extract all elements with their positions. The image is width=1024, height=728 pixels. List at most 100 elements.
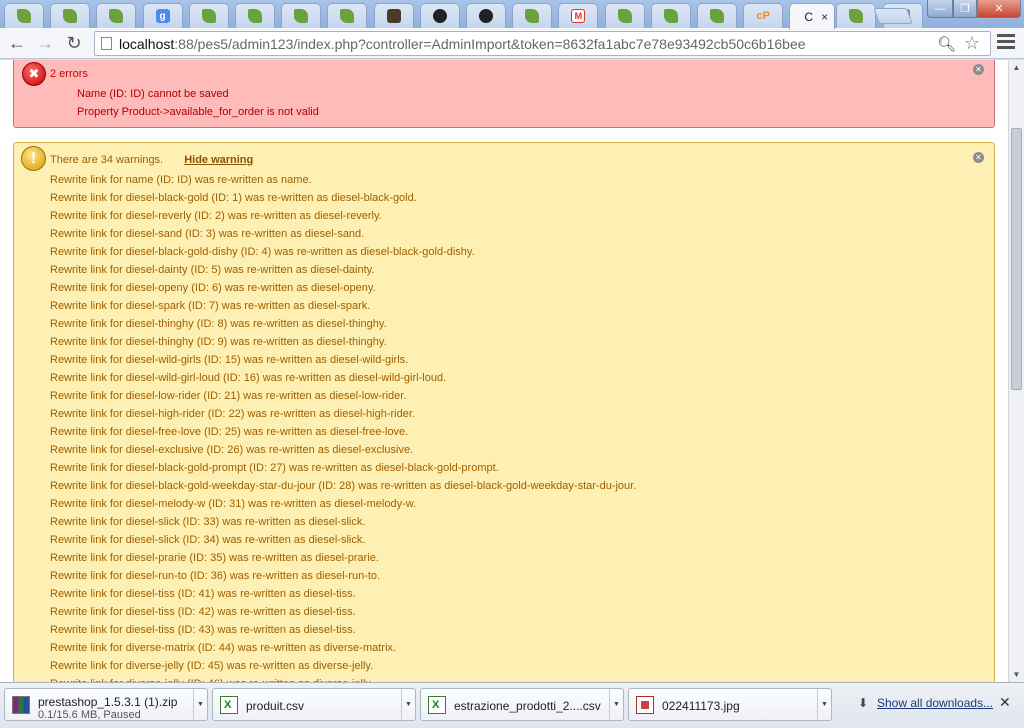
browser-tab[interactable] — [327, 3, 368, 28]
browser-tab[interactable] — [50, 3, 91, 28]
zoom-icon[interactable]: 🔍︎ — [937, 35, 956, 53]
tab-strip: gMcPC×g — ❐ ✕ — [0, 0, 1024, 29]
page-icon — [101, 37, 112, 50]
warning-message-box: ! There are 34 warnings. Hide warning ✕ … — [13, 142, 995, 682]
url-path: :88/pes5/admin123/index.php?controller=A… — [174, 36, 806, 52]
menu-bar-icon — [997, 40, 1015, 43]
page-viewport: ✖ 2 errors Name (ID: ID) cannot be saved… — [0, 60, 1008, 682]
warning-item: Rewrite link for diverse-jelly (ID: 45) … — [50, 660, 374, 672]
warning-item: Rewrite link for diesel-slick (ID: 33) w… — [50, 516, 366, 528]
warning-item: Rewrite link for diesel-slick (ID: 34) w… — [50, 534, 366, 546]
arrow-left-icon: ← — [8, 32, 26, 53]
download-options-arrow-icon[interactable]: ▼ — [401, 689, 415, 720]
prestashop-icon — [710, 9, 724, 23]
download-item[interactable]: 022411173.jpg ▼ — [628, 688, 832, 721]
warning-item: Rewrite link for diesel-tiss (ID: 42) wa… — [50, 606, 356, 618]
bookmark-star-icon[interactable]: ☆ — [964, 33, 980, 54]
forward-button[interactable]: → — [34, 32, 56, 54]
window-maximize-button[interactable]: ❐ — [953, 0, 977, 18]
warning-item: Rewrite link for diesel-reverly (ID: 2) … — [50, 210, 382, 222]
warning-item: Rewrite link for name (ID: ID) was re-wr… — [50, 174, 312, 186]
browser-tab[interactable] — [419, 3, 460, 28]
prestashop-icon — [663, 9, 678, 23]
warning-icon: ! — [21, 146, 46, 171]
new-tab-button[interactable] — [873, 8, 913, 24]
window-close-button[interactable]: ✕ — [977, 0, 1021, 18]
cpanel-icon: cP — [756, 10, 770, 22]
download-item[interactable]: produit.csv ▼ — [212, 688, 416, 721]
scroll-up-arrow-icon[interactable]: ▲ — [1009, 60, 1024, 75]
menu-bar-icon — [997, 34, 1015, 37]
download-options-arrow-icon[interactable]: ▼ — [193, 689, 207, 720]
error-item: Name (ID: ID) cannot be saved — [77, 88, 229, 100]
reload-icon: ↻ — [66, 32, 82, 53]
scrollbar-thumb[interactable] — [1011, 128, 1022, 390]
warning-item: Rewrite link for diverse-matrix (ID: 44)… — [50, 642, 396, 654]
excel-file-icon — [428, 696, 446, 714]
url-text[interactable]: localhost:88/pes5/admin123/index.php?con… — [119, 36, 806, 52]
browser-tab[interactable] — [235, 3, 275, 28]
chrome-menu-button[interactable] — [997, 34, 1015, 52]
reload-button[interactable]: ↻ — [63, 32, 85, 54]
browser-tab[interactable] — [512, 3, 553, 28]
excel-file-icon — [220, 696, 238, 714]
close-icon[interactable]: ✕ — [973, 64, 984, 75]
download-status: 0.1/15.6 MB, Paused — [38, 709, 141, 721]
browser-tab[interactable] — [697, 3, 737, 28]
close-shelf-icon[interactable]: ✕ — [999, 694, 1011, 711]
browser-tab[interactable]: C × — [789, 3, 836, 29]
error-icon: ✖ — [22, 62, 46, 86]
warning-item: Rewrite link for diesel-low-rider (ID: 2… — [50, 390, 407, 402]
download-options-arrow-icon[interactable]: ▼ — [609, 689, 623, 720]
browser-tab[interactable] — [466, 3, 506, 28]
back-button[interactable]: ← — [6, 32, 28, 54]
warning-list: Rewrite link for name (ID: ID) was re-wr… — [50, 173, 636, 682]
tab-title: C — [804, 9, 814, 24]
browser-tab[interactable]: cP — [743, 3, 784, 28]
prestashop-icon — [201, 9, 216, 23]
download-file-name: 022411173.jpg — [662, 699, 740, 713]
close-icon[interactable]: ✕ — [973, 152, 984, 163]
download-item[interactable]: prestashop_1.5.3.1 (1).zip 0.1/15.6 MB, … — [4, 688, 208, 721]
prestashop-icon — [340, 9, 355, 23]
browser-toolbar: ← → ↻ localhost:88/pes5/admin123/index.p… — [0, 28, 1024, 59]
download-file-name: produit.csv — [246, 699, 305, 713]
browser-tab[interactable] — [96, 3, 137, 28]
download-file-name: estrazione_prodotti_2....csv — [454, 699, 601, 713]
browser-tab[interactable] — [650, 3, 691, 28]
browser-tab[interactable] — [281, 3, 322, 28]
show-all-downloads-link[interactable]: Show all downloads... — [877, 696, 993, 710]
download-arrow-icon: ⬇︎ — [858, 696, 869, 710]
browser-tab[interactable] — [604, 3, 645, 28]
prestashop-icon — [17, 9, 31, 23]
warning-item: Rewrite link for diesel-thinghy (ID: 9) … — [50, 336, 387, 348]
scroll-down-arrow-icon[interactable]: ▼ — [1009, 667, 1024, 682]
warning-item: Rewrite link for diesel-exclusive (ID: 2… — [50, 444, 414, 456]
download-options-arrow-icon[interactable]: ▼ — [817, 689, 831, 720]
browser-tab[interactable] — [188, 3, 229, 28]
warning-item: Rewrite link for diesel-openy (ID: 6) wa… — [50, 282, 376, 294]
browser-tab[interactable] — [836, 3, 877, 28]
window-minimize-button[interactable]: — — [927, 0, 953, 18]
download-item[interactable]: estrazione_prodotti_2....csv ▼ — [420, 688, 624, 721]
browser-tab[interactable] — [373, 3, 414, 28]
prestashop-icon — [63, 9, 78, 23]
browser-tab[interactable]: M — [558, 3, 599, 28]
vertical-scrollbar[interactable]: ▲ ▼ — [1008, 60, 1024, 682]
browser-tab[interactable]: g — [142, 3, 183, 28]
warning-item: Rewrite link for diesel-black-gold-dishy… — [50, 246, 475, 258]
download-file-name: prestashop_1.5.3.1 (1).zip — [38, 695, 178, 709]
hide-warning-link[interactable]: Hide warning — [184, 154, 253, 166]
site-icon — [386, 9, 401, 23]
warning-item: Rewrite link for diesel-wild-girl-loud (… — [50, 372, 447, 384]
warning-item: Rewrite link for diesel-high-rider (ID: … — [50, 408, 415, 420]
warning-item: Rewrite link for diesel-spark (ID: 7) wa… — [50, 300, 371, 312]
tab-close-icon[interactable]: × — [821, 10, 828, 24]
image-file-icon — [636, 696, 654, 714]
warning-item: Rewrite link for diesel-dainty (ID: 5) w… — [50, 264, 375, 276]
warning-item: Rewrite link for diesel-tiss (ID: 41) wa… — [50, 588, 356, 600]
address-bar[interactable]: localhost:88/pes5/admin123/index.php?con… — [94, 31, 991, 56]
prestashop-icon — [248, 9, 262, 23]
google-icon: g — [155, 9, 170, 23]
browser-tab[interactable] — [4, 3, 44, 28]
